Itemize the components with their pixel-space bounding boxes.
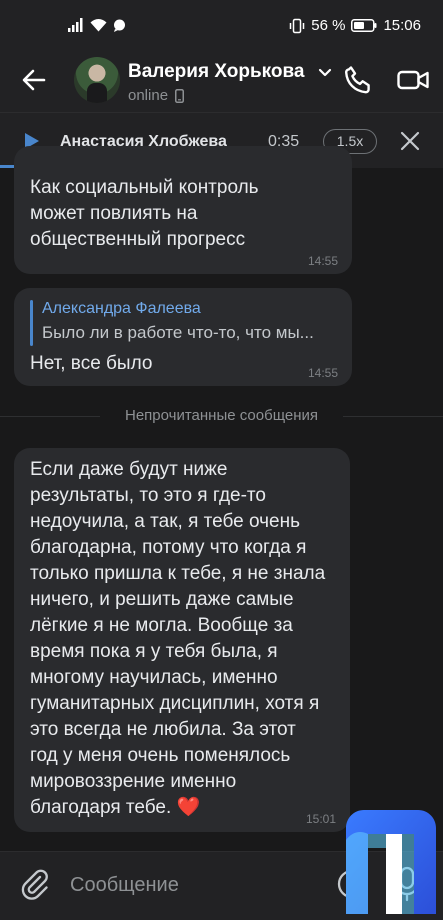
message-line: общественный прогресс — [30, 229, 246, 250]
battery-icon — [351, 19, 377, 32]
chevron-down-icon[interactable] — [318, 68, 332, 77]
video-call-icon[interactable] — [396, 64, 430, 96]
message-line: гуманитарных дисциплин, хотя я — [30, 693, 320, 714]
message-line: благодаря тебе. ❤️ — [30, 797, 201, 818]
unread-divider: Непрочитанные сообщения — [0, 404, 443, 428]
message-line: многому научилась, именно — [30, 667, 278, 688]
battery-percent: 56 % — [311, 17, 346, 34]
message-line: время пока я у тебя была, я — [30, 641, 278, 662]
message-line: результаты, то это я где-то — [30, 485, 266, 506]
message-line: Если даже будут ниже — [30, 459, 228, 480]
clock: 15:06 — [383, 17, 421, 34]
chat-bubble-icon — [114, 19, 125, 32]
message-line: это всегда не любила. За этот — [30, 719, 296, 740]
message-time: 14:55 — [307, 254, 338, 268]
message-line: лёгкие я не могла. Вообще за — [30, 615, 293, 636]
back-button[interactable] — [16, 62, 52, 98]
signal-icon — [68, 18, 83, 32]
message-line: год у меня очень поменялось — [30, 745, 291, 766]
message-input[interactable] — [70, 868, 320, 902]
message-line: может повлиять на — [30, 203, 198, 224]
online-status: online — [128, 87, 169, 104]
message-line: недоучила, а так, я тебе очень — [30, 511, 301, 532]
unread-divider-label: Непрочитанные сообщения — [125, 407, 318, 424]
mobile-device-icon — [175, 88, 185, 103]
message-text: Нет, все было — [30, 353, 153, 374]
message-line: мировоззрение именно — [30, 771, 237, 792]
wifi-icon — [90, 18, 107, 31]
reply-text[interactable]: Было ли в работе что-то, что мы... — [42, 323, 314, 343]
attach-icon[interactable] — [18, 868, 52, 902]
message-bubble[interactable]: Александра Фалеева Было ли в работе что-… — [14, 288, 352, 386]
message-time: 15:01 — [305, 812, 336, 826]
message-text: Как социальный контроль может повлиять н… — [30, 175, 259, 253]
close-icon[interactable] — [399, 130, 421, 152]
vibrate-icon — [290, 18, 305, 33]
reply-quote-bar — [30, 300, 33, 346]
contact-name[interactable]: Валерия Хорькова — [128, 61, 305, 83]
phone-call-icon[interactable] — [342, 64, 374, 96]
back-arrow-icon — [22, 69, 46, 91]
avatar[interactable] — [74, 57, 120, 103]
message-bubble[interactable]: Если даже будут ниже результаты, то это … — [14, 448, 350, 832]
chat-header: Валерия Хорькова online — [0, 48, 443, 112]
status-bar: 56 % 15:06 — [0, 0, 443, 48]
message-line: только пришла к тебе, я не знала — [30, 563, 326, 584]
message-line: Как социальный контроль — [30, 177, 259, 198]
contact-status: online — [128, 87, 185, 104]
message-time: 14:55 — [307, 366, 338, 380]
reply-author[interactable]: Александра Фалеева — [42, 300, 201, 318]
message-text: Если даже будут ниже результаты, то это … — [30, 457, 325, 821]
message-line: благодарна, потому что когда я — [30, 537, 307, 558]
brand-logo — [346, 810, 436, 914]
message-bubble[interactable]: Как социальный контроль может повлиять н… — [14, 146, 352, 274]
message-line: ничего, и решить даже самые — [30, 589, 294, 610]
